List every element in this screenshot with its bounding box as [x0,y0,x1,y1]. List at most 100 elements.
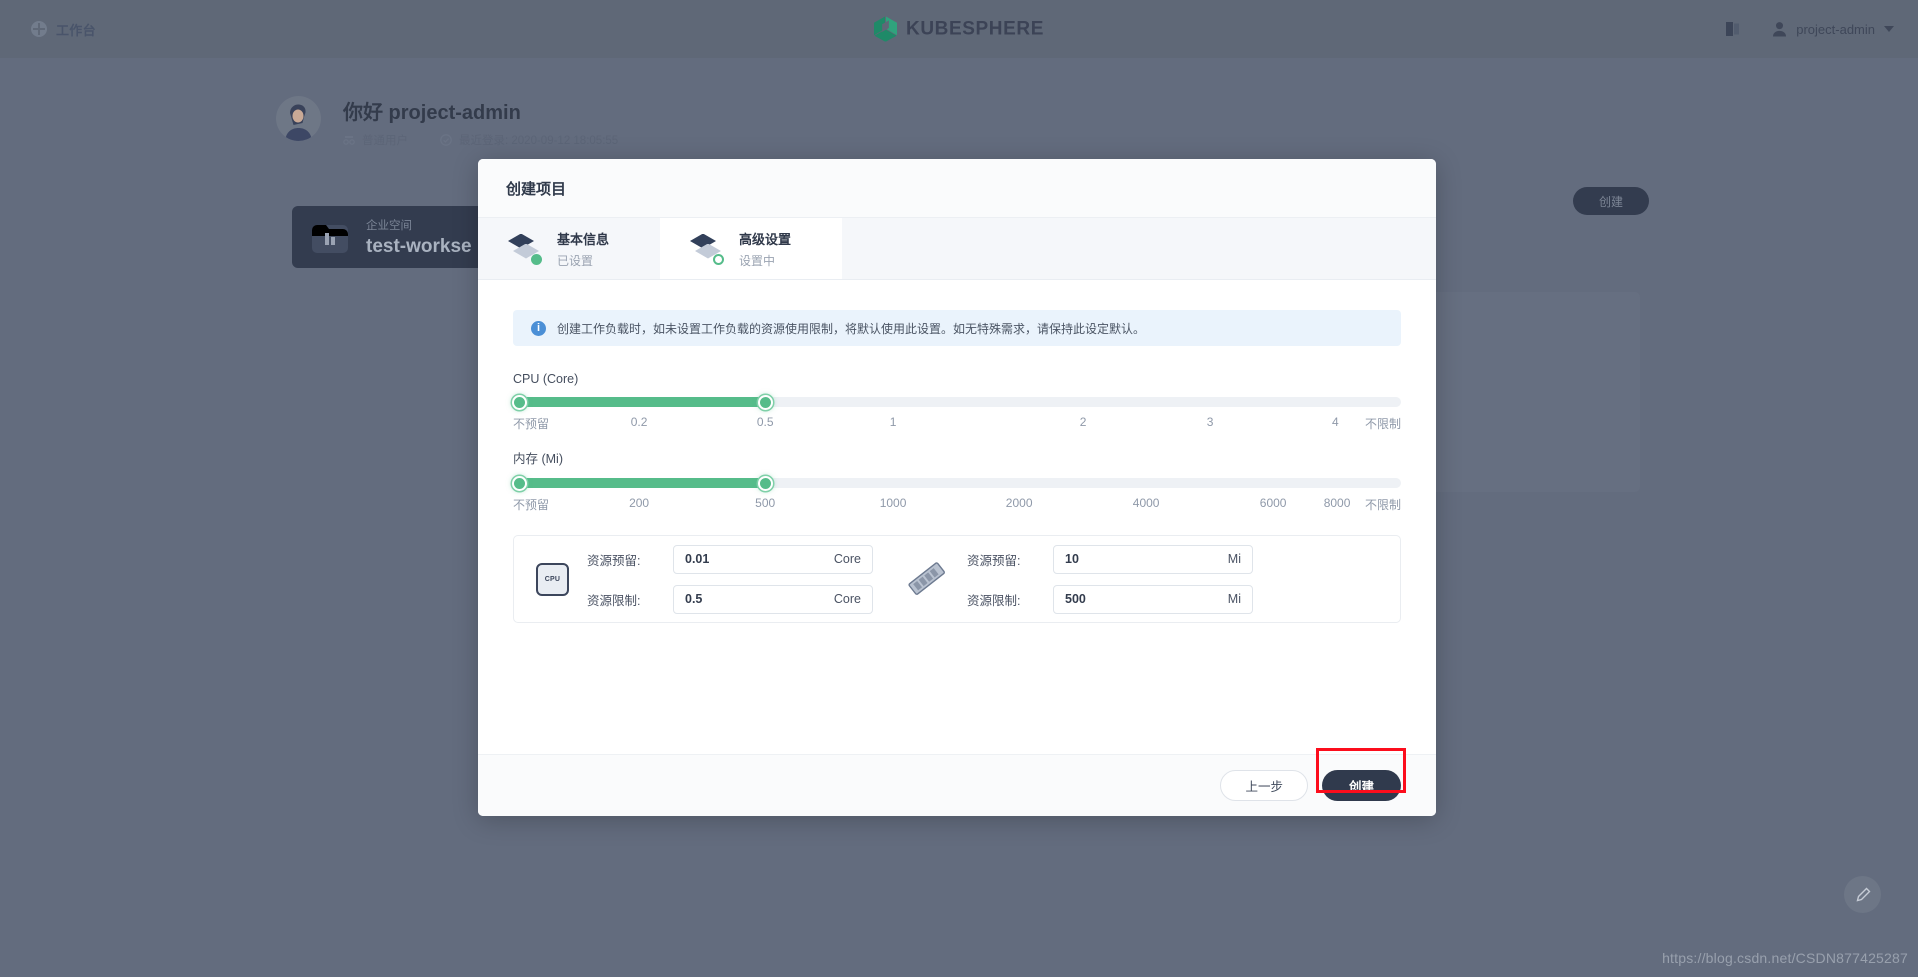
cpu-slider-track[interactable] [512,395,1401,410]
avatar [276,96,321,141]
memory-reserve-label: 资源预留: [967,553,1021,568]
memory-reserve-input[interactable]: 10 Mi [1053,544,1253,574]
last-login-label: 最近登录: 2020-09-12 18:05:55 [459,135,619,147]
memory-limit-input[interactable]: 500 Mi [1053,584,1253,614]
nav-right-group: project-admin [1725,0,1894,58]
user-menu[interactable]: project-admin [1772,21,1894,37]
step-text-group: 基本信息 已设置 [557,229,609,269]
modal-header: 创建项目 [478,159,1436,218]
step-advanced-settings[interactable]: 高级设置 设置中 [660,218,842,279]
docs-book-icon[interactable] [1725,21,1742,37]
workbench-label: 工作台 [56,22,96,38]
cpu-limit-row: 资源限制: 0.5 Core [587,584,873,614]
create-button[interactable]: 创建 [1321,770,1401,801]
tick-label: 8000 [1323,496,1351,510]
pencil-icon [1856,887,1870,901]
cpu-slider-handle-max[interactable] [758,395,774,410]
role-icon [343,136,355,145]
workspace-name-label: test-workse [366,235,472,257]
greeting-block: 你好 project-admin 普通用户 最近登录: 2020-09-12 1… [276,96,618,148]
cpu-limit-unit: Core [833,592,861,606]
tick-label: 4000 [1132,496,1160,510]
cpu-tick-labels: 不预留 0.2 0.5 1 2 3 4 不限制 [513,415,1401,432]
memory-slider-handle-max[interactable] [758,476,774,491]
memory-limit-row: 资源限制: 500 Mi [967,584,1253,614]
tick-label: 6000 [1259,496,1287,510]
feedback-fab-button[interactable] [1844,876,1881,913]
page-title: 你好 project-admin [343,102,521,124]
memory-track-fill [513,478,766,488]
chevron-down-icon [1884,26,1894,32]
cpu-chip-icon: CPU [536,562,569,596]
step-diamond-icon [688,233,726,265]
cpu-limit-value: 0.5 [685,592,703,606]
memory-limit-label: 资源限制: [967,593,1021,608]
cpu-limit-label: 资源限制: [587,593,641,608]
cpu-resource-rows: 资源预留: 0.01 Core 资源限制: 0.5 Core [587,544,873,614]
memory-limit-unit: Mi [1227,592,1241,606]
tick-label: 2000 [1005,496,1033,510]
tick-label: 不预留 [513,417,550,431]
step-title: 高级设置 [739,231,792,247]
cpu-limit-input[interactable]: 0.5 Core [673,584,873,614]
cpu-slider-handle-min[interactable] [512,395,527,410]
memory-reserve-unit: Mi [1227,552,1241,566]
memory-slider-block: 内存 (Mi) 不预留 200 500 1000 2000 4000 6000 8000 不限制 [512,448,1401,513]
tick-label: 0.5 [756,415,774,429]
info-banner-text: 创建工作负载时，如未设置工作负载的资源使用限制，将默认使用此设置。如无特殊需求，… [557,321,1146,336]
last-login-item: 最近登录: 2020-09-12 18:05:55 [440,132,618,148]
memory-slider-handle-min[interactable] [512,476,527,491]
user-role-item: 普通用户 [343,132,408,148]
user-role-label: 普通用户 [362,135,408,147]
tick-label: 1 [889,415,897,429]
step-basic-info[interactable]: 基本信息 已设置 [478,218,660,279]
tick-label: 不限制 [1364,498,1401,512]
globe-icon [31,21,47,37]
cpu-slider-block: CPU (Core) 不预留 0.2 0.5 1 2 3 4 不限制 [512,372,1401,432]
clock-check-icon [440,134,452,146]
background-create-button[interactable]: 创建 [1573,187,1649,215]
previous-step-button[interactable]: 上一步 [1220,770,1308,801]
memory-slider-track[interactable] [512,476,1401,491]
resource-inputs-box: CPU 资源预留: 0.01 Core 资源限制: 0.5 Core 资源预留:… [513,535,1401,623]
modal-footer: 上一步 创建 [478,748,1436,816]
step-title: 基本信息 [557,231,610,247]
cpu-slider-label: CPU (Core) [513,372,579,386]
memory-limit-value: 500 [1065,592,1086,606]
step-indicator: 基本信息 已设置 高级设置 设置中 [478,218,1436,280]
memory-resource-group: 资源预留: 10 Mi 资源限制: 500 Mi [905,544,1253,614]
modal-title: 创建项目 [506,180,567,198]
greeting-meta: 普通用户 最近登录: 2020-09-12 18:05:55 [343,132,618,148]
cpu-reserve-value: 0.01 [685,552,710,566]
tick-label: 不限制 [1364,417,1401,431]
tick-label: 0.2 [630,415,648,429]
step-text-group: 高级设置 设置中 [739,229,791,269]
brand-name: KUBESPHERE [906,18,1044,39]
step-status-dot-done [531,253,542,265]
modal-body: i 创建工作负载时，如未设置工作负载的资源使用限制，将默认使用此设置。如无特殊需… [478,280,1436,754]
info-banner: i 创建工作负载时，如未设置工作负载的资源使用限制，将默认使用此设置。如无特殊需… [513,310,1401,346]
kubesphere-logo[interactable]: KUBESPHERE [874,16,1044,42]
memory-resource-rows: 资源预留: 10 Mi 资源限制: 500 Mi [967,544,1253,614]
create-project-modal: 创建项目 基本信息 已设置 高级设置 设置中 i 创建工作负载时，如未设置工作负… [478,159,1436,816]
tick-label: 不预留 [513,498,550,512]
memory-tick-labels: 不预留 200 500 1000 2000 4000 6000 8000 不限制 [513,496,1401,513]
tick-label: 500 [755,496,776,510]
cpu-resource-group: CPU 资源预留: 0.01 Core 资源限制: 0.5 Core [536,544,873,614]
info-circle-icon: i [531,320,546,336]
watermark-url: https://blog.csdn.net/CSDN877425287 [1662,950,1908,966]
tick-label: 4 [1331,415,1339,429]
memory-reserve-value: 10 [1065,552,1079,566]
cpu-reserve-label: 资源预留: [587,553,641,568]
step-subtitle: 已设置 [557,253,594,268]
cpu-reserve-unit: Core [833,552,861,566]
step-status-dot-active [713,253,724,265]
workspace-folder-icon [312,225,348,253]
user-avatar-icon [1773,22,1787,37]
tick-label: 2 [1079,415,1087,429]
tick-label: 200 [629,496,650,510]
cpu-reserve-input[interactable]: 0.01 Core [673,544,873,574]
memory-reserve-row: 资源预留: 10 Mi [967,544,1253,574]
workspace-text-group: 企业空间 test-workse [366,217,472,258]
nav-workbench-link[interactable]: 工作台 [31,20,96,39]
